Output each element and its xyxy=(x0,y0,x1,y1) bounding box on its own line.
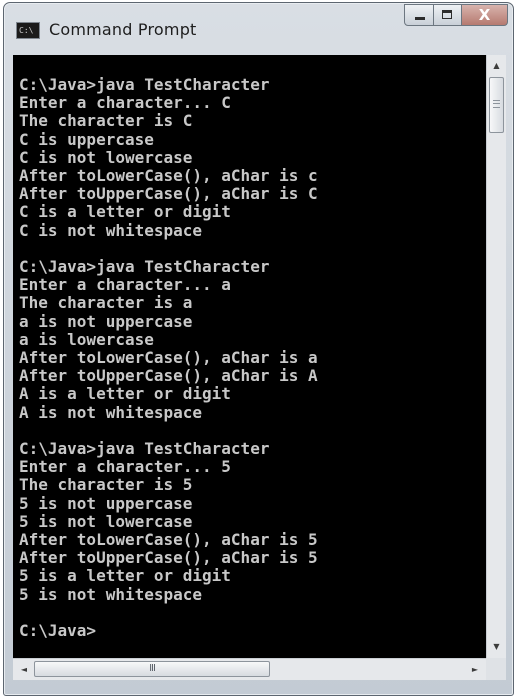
grip-lines-icon xyxy=(493,100,500,108)
caption-buttons: X xyxy=(404,4,508,26)
scroll-down-arrow-icon[interactable]: ▼ xyxy=(487,638,506,656)
minimize-button[interactable] xyxy=(404,4,434,26)
horizontal-scrollbar[interactable]: ◄ III ► xyxy=(13,658,486,680)
maximize-button[interactable] xyxy=(434,4,462,26)
command-prompt-window: C:\ Command Prompt X C:\Java>java TestCh… xyxy=(3,2,514,696)
cmd-icon-text: C:\ xyxy=(19,26,34,35)
cmd-icon[interactable]: C:\ xyxy=(16,22,40,39)
title-bar[interactable]: C:\ Command Prompt X xyxy=(4,3,513,55)
maximize-icon xyxy=(442,10,452,19)
scroll-left-arrow-icon[interactable]: ◄ xyxy=(15,659,33,680)
horizontal-grip-icon: III xyxy=(149,663,156,674)
console-text: C:\Java>java TestCharacter Enter a chara… xyxy=(19,75,318,641)
scroll-up-arrow-icon[interactable]: ▲ xyxy=(487,57,506,75)
vertical-scrollbar[interactable]: ▲ ▼ xyxy=(486,55,506,658)
close-button[interactable]: X xyxy=(462,4,508,26)
close-icon: X xyxy=(478,6,491,24)
scrollbar-corner xyxy=(486,658,506,680)
vertical-scroll-thumb[interactable] xyxy=(489,77,504,133)
console-output[interactable]: C:\Java>java TestCharacter Enter a chara… xyxy=(13,55,486,658)
scroll-right-arrow-icon[interactable]: ► xyxy=(466,659,484,680)
window-title: Command Prompt xyxy=(49,20,197,39)
minimize-icon xyxy=(415,17,425,20)
horizontal-scroll-thumb[interactable]: III xyxy=(34,661,270,677)
